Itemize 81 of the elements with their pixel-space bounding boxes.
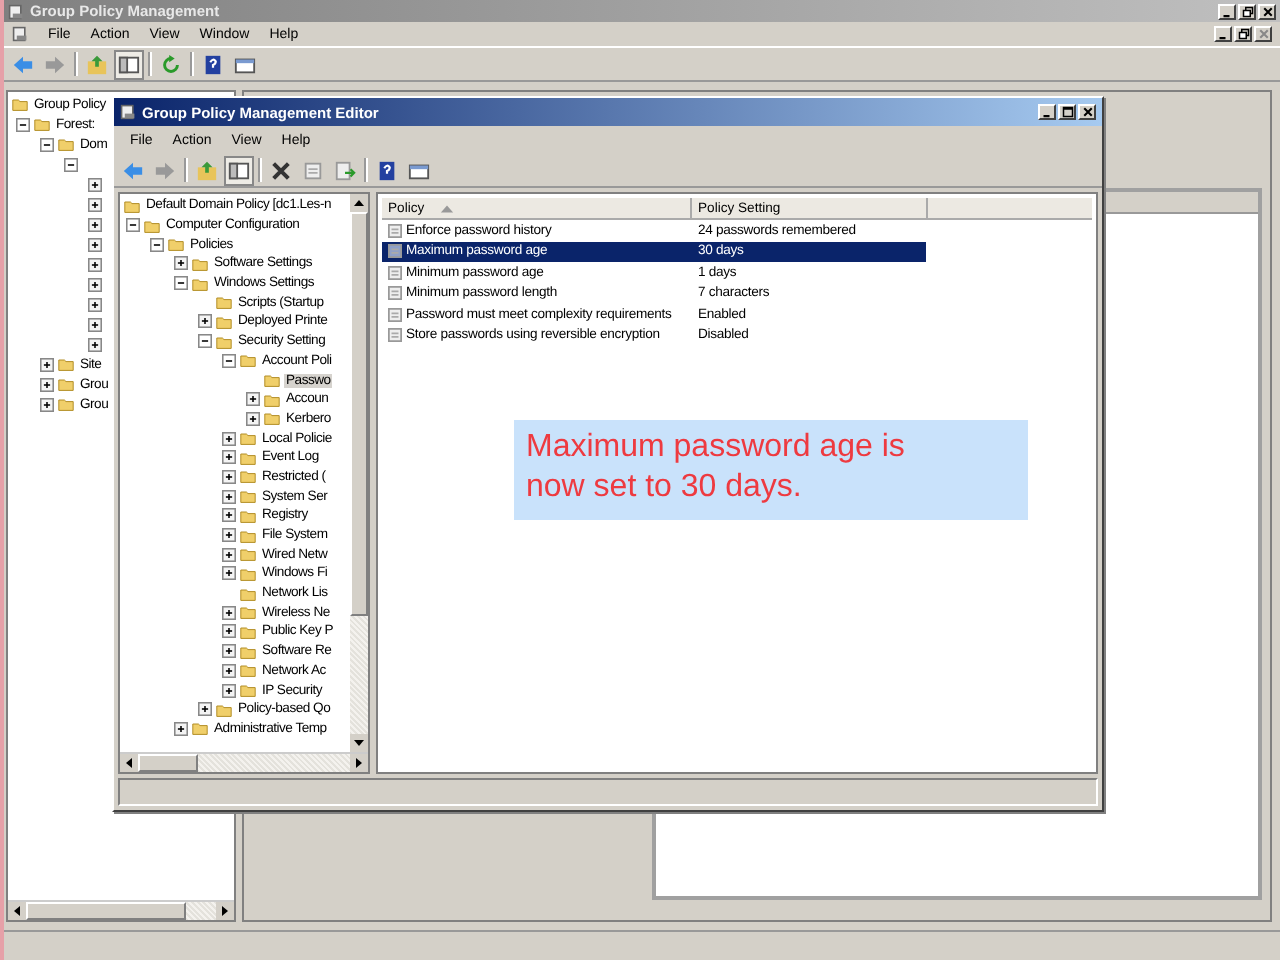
console-tree-icon[interactable] bbox=[116, 51, 142, 77]
scroll-left-icon[interactable] bbox=[120, 754, 138, 772]
expander-icon[interactable] bbox=[222, 450, 236, 465]
expander-icon[interactable] bbox=[222, 624, 236, 639]
expander-icon[interactable] bbox=[16, 117, 30, 131]
scroll-thumb[interactable] bbox=[26, 902, 186, 920]
expander-icon[interactable] bbox=[222, 508, 236, 523]
expander-icon[interactable] bbox=[40, 397, 54, 411]
policy-icon bbox=[388, 307, 402, 322]
expander-icon[interactable] bbox=[88, 337, 102, 351]
console-icon bbox=[8, 3, 24, 19]
policy-icon bbox=[388, 223, 402, 238]
expander-icon[interactable] bbox=[88, 317, 102, 331]
expander-icon[interactable] bbox=[222, 489, 236, 504]
scroll-down-icon[interactable] bbox=[350, 734, 368, 752]
expander-icon[interactable] bbox=[222, 353, 236, 368]
expander-icon[interactable] bbox=[64, 157, 78, 171]
expander-icon[interactable] bbox=[88, 217, 102, 231]
expander-icon[interactable] bbox=[126, 218, 140, 233]
help-icon[interactable] bbox=[200, 51, 226, 77]
vertical-scrollbar[interactable] bbox=[350, 194, 368, 752]
callout-note: Maximum password age is now set to 30 days. bbox=[514, 420, 1028, 520]
policy-icon bbox=[388, 328, 402, 343]
close-button[interactable] bbox=[1078, 104, 1096, 120]
restore-button[interactable] bbox=[1238, 3, 1256, 19]
policy-icon bbox=[388, 244, 402, 259]
restore-button[interactable] bbox=[1234, 26, 1252, 42]
expander-icon[interactable] bbox=[198, 334, 212, 349]
expander-icon[interactable] bbox=[198, 702, 212, 717]
expander-icon[interactable] bbox=[88, 177, 102, 191]
expander-icon[interactable] bbox=[174, 721, 188, 736]
export-icon[interactable] bbox=[332, 157, 358, 183]
expander-icon[interactable] bbox=[222, 605, 236, 620]
expander-icon[interactable] bbox=[222, 528, 236, 543]
sort-arrow-icon bbox=[440, 203, 455, 213]
help-icon[interactable] bbox=[374, 157, 400, 183]
expander-icon[interactable] bbox=[88, 237, 102, 251]
maximize-button[interactable] bbox=[1058, 104, 1076, 120]
console-icon bbox=[120, 104, 136, 120]
expander-icon[interactable] bbox=[222, 547, 236, 562]
maximize-icon bbox=[1061, 106, 1073, 118]
scroll-right-icon[interactable] bbox=[350, 754, 368, 772]
scroll-up-icon[interactable] bbox=[350, 194, 368, 212]
minimize-button[interactable] bbox=[1218, 3, 1236, 19]
horizontal-scrollbar[interactable] bbox=[120, 752, 368, 772]
expander-icon[interactable] bbox=[88, 297, 102, 311]
expander-icon[interactable] bbox=[174, 256, 188, 271]
expander-icon[interactable] bbox=[222, 663, 236, 678]
expander-icon[interactable] bbox=[88, 197, 102, 211]
expander-icon[interactable] bbox=[88, 257, 102, 271]
expander-icon[interactable] bbox=[40, 137, 54, 151]
expander-icon[interactable] bbox=[222, 431, 236, 446]
expander-icon[interactable] bbox=[198, 314, 212, 329]
scroll-right-icon[interactable] bbox=[216, 902, 234, 920]
expander-icon[interactable] bbox=[222, 469, 236, 484]
console-tree-icon[interactable] bbox=[226, 157, 252, 183]
expander-icon[interactable] bbox=[246, 392, 260, 407]
expander-icon[interactable] bbox=[246, 411, 260, 426]
expander-icon[interactable] bbox=[222, 683, 236, 698]
expander-icon[interactable] bbox=[40, 377, 54, 391]
policy-icon bbox=[388, 286, 402, 301]
close-icon bbox=[1257, 28, 1269, 40]
close-icon bbox=[1261, 5, 1273, 17]
delete-icon[interactable] bbox=[268, 157, 294, 183]
expander-icon[interactable] bbox=[222, 644, 236, 659]
close-button[interactable] bbox=[1258, 3, 1276, 19]
horizontal-scrollbar[interactable] bbox=[8, 900, 234, 920]
expander-icon[interactable] bbox=[150, 237, 164, 252]
expander-icon[interactable] bbox=[88, 277, 102, 291]
close-icon bbox=[1081, 106, 1093, 118]
policy-icon bbox=[388, 265, 402, 280]
minimize-button[interactable] bbox=[1214, 26, 1232, 42]
expander-icon[interactable] bbox=[222, 566, 236, 581]
console-icon bbox=[12, 26, 28, 42]
scroll-left-icon[interactable] bbox=[8, 902, 26, 920]
scroll-thumb[interactable] bbox=[350, 212, 368, 616]
minimize-button[interactable] bbox=[1038, 104, 1056, 120]
expander-icon[interactable] bbox=[174, 276, 188, 291]
scroll-thumb[interactable] bbox=[138, 754, 198, 772]
close-button[interactable] bbox=[1254, 26, 1272, 42]
expander-icon[interactable] bbox=[40, 357, 54, 371]
